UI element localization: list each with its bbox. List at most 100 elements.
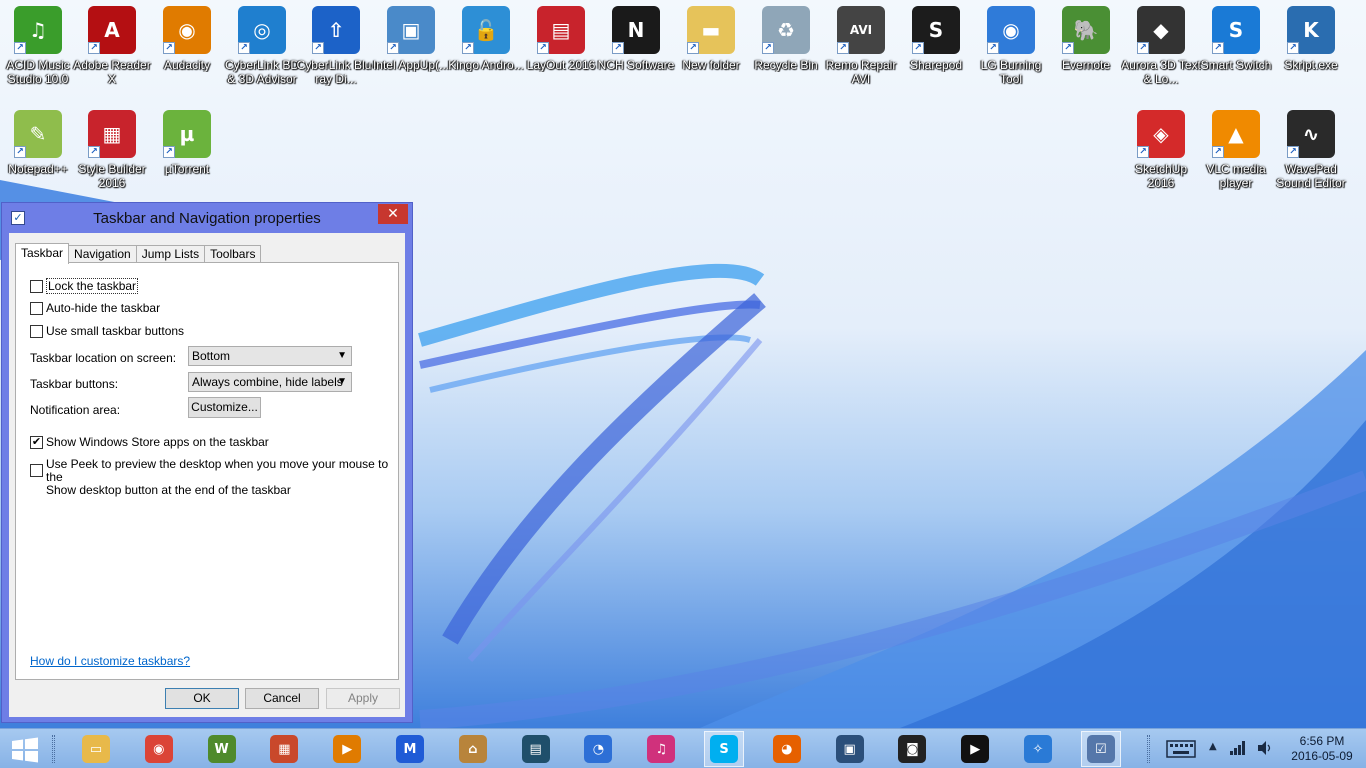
close-button[interactable]: ✕ [378,204,408,224]
taskbar-app-media-player[interactable]: ▶ [327,731,367,767]
taskbar-app-file-explorer[interactable]: ▭ [76,731,116,767]
store-apps-checkbox[interactable]: ✔ [30,435,43,449]
desktop-icon[interactable]: ◈ ↗ SketchUp 2016 [1123,104,1199,200]
peek-label-line2: Show desktop button at the end of the ta… [46,483,291,497]
taskbar-grip[interactable] [52,735,55,763]
taskbar-app-webcam-app[interactable]: ◙ [892,731,932,767]
taskbar-buttons-select[interactable]: Always combine, hide labels ▼ [188,372,352,392]
peek-label: Use Peek to preview the desktop when you… [46,458,398,497]
burning-disc-icon: ◉ ↗ [987,6,1035,54]
desktop-icon[interactable]: S ↗ Sharepod [898,0,974,96]
shortcut-arrow-icon: ↗ [1137,146,1149,158]
lock-taskbar-checkbox[interactable] [30,279,43,293]
taskbar-app-media-play[interactable]: ▶ [955,731,995,767]
ok-button[interactable]: OK [165,688,239,709]
desktop-icon[interactable]: ◉ ↗ Audacity [149,0,225,96]
taskbar-app-remote-desktop[interactable]: ▣ [830,731,870,767]
pdf-reader-icon: A ↗ [88,6,136,54]
touch-keyboard-icon[interactable] [1166,739,1196,759]
desktop-icon[interactable]: ✎ ↗ Notepad++ [0,104,76,200]
small-buttons-checkbox[interactable] [30,324,43,338]
desktop-icon[interactable]: ▬ ↗ New folder [673,0,749,96]
tab-taskbar[interactable]: Taskbar [15,243,70,264]
desktop-icon-label: Adobe Reader X [73,58,151,86]
clock-date: 2016-05-09 [1291,749,1353,763]
taskbar-app-film-app[interactable]: ▤ [516,731,556,767]
lock-taskbar-option[interactable]: Lock the taskbar [30,278,139,294]
vlc-cone-icon: ▲ ↗ [1212,110,1260,158]
location-select[interactable]: Bottom ▼ [188,346,352,366]
desktop-icon[interactable]: K ↗ Skript.exe [1273,0,1349,96]
desktop-icon-label: CyberLink BD & 3D Advisor [224,58,300,86]
shortcut-arrow-icon: ↗ [1287,146,1299,158]
apply-button[interactable]: Apply [326,688,400,709]
auto-hide-checkbox[interactable] [30,301,43,315]
signal-strength-icon[interactable] [1229,740,1247,756]
volume-icon[interactable] [1256,740,1274,756]
desktop-icon[interactable]: ◆ ↗ Aurora 3D Text & Lo... [1121,0,1201,96]
taskbar-app-malwarebytes[interactable]: M [390,731,430,767]
video-repair-icon: AVI ↗ [837,6,885,54]
desktop-icon[interactable]: S ↗ Smart Switch [1198,0,1274,96]
taskbar-app-properties-window[interactable]: ☑ [1080,731,1121,767]
desktop-icon[interactable]: AVI ↗ Remo Repair AVI [823,0,899,96]
desktop-icon-label: Skript.exe [1284,58,1338,72]
taskbar-app-temple-app[interactable]: ⌂ [453,731,493,767]
desktop-icon[interactable]: ♻ ↗ Recycle Bin [748,0,824,96]
safari-icon: ✧ [1024,735,1052,763]
tab-toolbars[interactable]: Toolbars [204,245,262,263]
small-buttons-option[interactable]: Use small taskbar buttons [30,324,184,338]
desktop-icon[interactable]: 🔓 ↗ Kingo Andro... [448,0,524,96]
taskbar-properties-dialog: ✓ Taskbar and Navigation properties ✕ Ta… [1,202,413,723]
shortcut-arrow-icon: ↗ [163,42,175,54]
desktop-icon[interactable]: A ↗ Adobe Reader X [73,0,151,96]
taskbar-app-bird-app[interactable]: ◔ [578,731,618,767]
taskbar-app-firefox[interactable]: ◕ [767,731,807,767]
taskbar-app-photo-app[interactable]: ▦ [264,731,304,767]
desktop-icon[interactable]: ▣ ↗ Intel AppUp(... [373,0,449,96]
show-hidden-icons-icon[interactable]: ▲ [1209,741,1217,752]
desktop-icon[interactable]: ▲ ↗ VLC media player [1198,104,1274,200]
lock-taskbar-label: Lock the taskbar [46,278,139,294]
desktop-icon[interactable]: 🐘 ↗ Evernote [1048,0,1124,96]
help-link[interactable]: How do I customize taskbars? [30,654,190,668]
peek-checkbox[interactable] [30,464,43,477]
tab-navigation[interactable]: Navigation [68,245,137,263]
taskbar-app-skype[interactable]: S [704,731,744,767]
windows-start-icon[interactable] [10,737,40,763]
system-clock[interactable]: 6:56 PM 2016-05-09 [1283,734,1361,764]
chevron-down-icon: ▼ [337,376,347,387]
taskbar-buttons-value: Always combine, hide labels [192,375,343,389]
properties-window-icon: ☑ [1086,735,1115,763]
desktop-icon[interactable]: ▤ ↗ LayOut 2016 [523,0,599,96]
media-play-icon: ▶ [961,735,990,763]
tab-jump-lists[interactable]: Jump Lists [135,245,206,263]
taskbar-app-winamp[interactable]: W [202,731,242,767]
desktop-icon[interactable]: µ ↗ µTorrent [149,104,225,200]
folder-icon: ▬ ↗ [687,6,735,54]
desktop-icon[interactable]: ▦ ↗ Style Builder 2016 [74,104,150,200]
shortcut-arrow-icon: ↗ [612,42,624,54]
webcam-app-icon: ◙ [898,735,927,763]
desktop-icon-label: µTorrent [164,162,210,176]
store-apps-option[interactable]: ✔ Show Windows Store apps on the taskbar [30,435,269,449]
shortcut-arrow-icon: ↗ [88,146,100,158]
dialog-titlebar[interactable]: ✓ Taskbar and Navigation properties ✕ [2,203,412,233]
desktop-icon[interactable]: ⇧ ↗ CyberLink Blu-ray Di... [297,0,375,96]
desktop-icon[interactable]: ♫ ↗ ACID Music Studio 10.0 [0,0,76,96]
file-explorer-icon: ▭ [82,735,110,763]
taskbar-app-safari[interactable]: ✧ [1018,731,1058,767]
desktop-icon[interactable]: N ↗ NCH Software [598,0,674,96]
taskbar-app-chrome[interactable]: ◉ [139,731,179,767]
peek-option[interactable]: Use Peek to preview the desktop when you… [30,458,398,497]
desktop-icon[interactable]: ∿ ↗ WavePad Sound Editor [1273,104,1349,200]
auto-hide-option[interactable]: Auto-hide the taskbar [30,301,160,315]
desktop-icon-label: VLC media player [1206,162,1266,190]
desktop-icon[interactable]: ◉ ↗ LG Burning Tool [973,0,1049,96]
customize-button[interactable]: Customize... [188,397,261,418]
desktop-icon[interactable]: ◎ ↗ CyberLink BD & 3D Advisor [224,0,300,96]
taskbar-grip[interactable] [1147,735,1150,763]
cancel-button[interactable]: Cancel [245,688,319,709]
taskbar-app-itunes[interactable]: ♫ [641,731,681,767]
desktop-icon-label: SketchUp 2016 [1134,162,1188,190]
